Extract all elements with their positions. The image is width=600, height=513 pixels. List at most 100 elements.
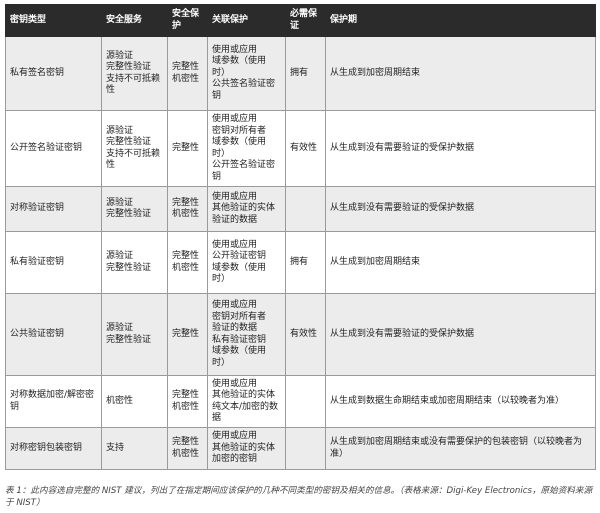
cell-associated-protection-line: 验证的数据 (212, 323, 258, 333)
cell-associated-protection-line: 使用或应用 (212, 431, 258, 442)
cell-key-type: 对称数据加密/解密密钥 (5, 375, 102, 428)
cell-protection-period: 从生成到没有需要验证的受保护数据 (325, 293, 596, 376)
cell-associated-protection-line: 钥 (212, 90, 222, 101)
cell-associated-protection-line: 公共签名验证密 (212, 79, 276, 90)
cell-security-service-line: 源验证 (106, 323, 134, 333)
cell-security-protection: 完整性 机密性 (167, 36, 208, 111)
cell-security-protection-line: 机密性 (172, 209, 200, 219)
cell-security-service-line: 源验证 (106, 125, 134, 136)
table-row: 私有签名密钥 源验证 完整性验证 支持不可抵赖性完整性 机密性 使用或应用 域参数（使用 时）… (5, 36, 596, 111)
cell-associated-protection-line: 公开验证密钥 (212, 251, 267, 261)
cell-associated-protection-line: 域参数（使用 (212, 56, 267, 67)
cell-security-service-line: 完整性验证 (106, 334, 152, 345)
cell-required-assurance (285, 427, 326, 470)
cell-key-type: 公共验证密钥 (5, 293, 102, 376)
table-row: 对称验证密钥 源验证 完整性验证 完整性 机密性 使用或应用 其他验证的实体 验证的数据 从生成… (5, 186, 596, 232)
cell-security-service: 机密性 (101, 375, 168, 428)
cell-security-protection: 完整性 机密性 (167, 375, 208, 428)
cell-key-type: 公开签名验证密钥 (5, 110, 102, 187)
cell-security-protection-line: 机密性 (172, 262, 200, 273)
cell-security-service-line: 源验证 (106, 197, 134, 208)
cell-protection-period: 从生成到加密周期结束 (325, 231, 596, 294)
cell-associated-protection-line: 其他验证的实体 (212, 442, 276, 453)
table-row: 公共验证密钥 源验证 完整性验证 完整性 使用或应用 密钥对所有者 验证的数据 私有验证密钥域… (5, 293, 596, 376)
cell-associated-protection: 使用或应用 密钥对所有者 验证的数据 私有验证密钥 域参数（使用 时） (207, 293, 286, 376)
cell-associated-protection-line: 其他验证的实体 (212, 203, 276, 214)
cell-associated-protection: 使用或应用 公开验证密钥 域参数（使用 时） (207, 231, 286, 294)
cell-security-protection-line: 完整性 (172, 251, 200, 261)
header-key-type: 密钥类型 (5, 4, 102, 37)
cell-required-assurance: 有效性 (285, 110, 326, 187)
cell-security-protection-line: 完整性 (172, 62, 200, 72)
page: 密钥类型 安全服务 安全保护 关联保护 必需保证 保护期 私有签名密钥 源验证 完整性验证 支持… (0, 0, 600, 513)
cell-associated-protection-line: 据 (212, 413, 222, 423)
cell-security-service: 源验证 完整性验证 支持不可抵赖性 (101, 110, 168, 187)
cell-associated-protection-line: 其他验证的实体 (212, 390, 276, 400)
cell-security-service-line: 性 (106, 85, 116, 95)
cell-associated-protection-line: 纯文本/加密的数 (212, 401, 279, 412)
cell-associated-protection-line: 使用或应用 (212, 378, 258, 389)
cell-security-service-line: 性 (106, 160, 116, 170)
cell-associated-protection: 使用或应用 其他验证的实体 验证的数据 (207, 186, 286, 232)
table-caption: 表 1：此内容选自完整的 NIST 建议，列出了在指定期间应该保护的几种不同类型… (5, 486, 593, 508)
header-protection-period: 保护期 (325, 4, 596, 37)
cell-associated-protection: 使用或应用 其他验证的实体 纯文本/加密的数据 (207, 375, 286, 428)
cell-security-service-line: 完整性验证 (106, 137, 152, 147)
cell-protection-period: 从生成到没有需要验证的受保护数据 (325, 186, 596, 232)
cell-required-assurance (285, 186, 326, 232)
table-body: 私有签名密钥 源验证 完整性验证 支持不可抵赖性完整性 机密性 使用或应用 域参数（使用 时）… (5, 36, 596, 470)
cell-security-service-line: 支持不可抵赖 (106, 148, 161, 159)
cell-associated-protection-line: 使用或应用 (212, 191, 258, 202)
cell-security-protection: 完整性 (167, 293, 208, 376)
cell-associated-protection-line: 时） (212, 274, 231, 284)
table-row: 对称数据加密/解密密钥 机密性 完整性 机密性 使用或应用 其他验证的实体 纯文本/加密的数… (5, 375, 596, 428)
table-row: 公开签名验证密钥 源验证 完整性验证 支持不可抵赖性完整性 使用或应用 密钥对所有者 域参数… (5, 110, 596, 187)
cell-associated-protection-line: 加密的密钥 (212, 454, 258, 465)
cell-key-type: 私有签名密钥 (5, 36, 102, 111)
cell-security-protection: 完整性 机密性 (167, 231, 208, 294)
cell-security-protection: 完整性 机密性 (167, 427, 208, 470)
cell-security-protection-line: 完整性 (172, 328, 200, 339)
cell-required-assurance: 有效性 (285, 293, 326, 376)
cell-associated-protection: 使用或应用 密钥对所有者 域参数（使用 时） 公开签名验证密钥 (207, 110, 286, 187)
cell-security-service-line: 完整性验证 (106, 62, 152, 72)
cell-associated-protection-line: 钥 (212, 171, 222, 182)
cell-security-service: 支持 (101, 427, 168, 470)
header-required-assurance: 必需保证 (285, 4, 326, 37)
cell-required-assurance: 拥有 (285, 36, 326, 111)
cell-protection-period: 从生成到数据生命期结束或加密周期结束（以较晚者为准） (325, 375, 596, 428)
cell-associated-protection-line: 使用或应用 (212, 44, 258, 55)
cell-associated-protection-line: 时） (212, 148, 231, 159)
cell-security-service-line: 源验证 (106, 50, 134, 61)
cell-associated-protection-line: 域参数（使用 (212, 262, 267, 273)
table-row: 对称密钥包装密钥 支持 完整性 机密性 使用或应用 其他验证的实体 加密的密钥 从生成到加密周… (5, 427, 596, 470)
header-security-protection: 安全保护 (167, 4, 208, 37)
cell-associated-protection-line: 私有验证密钥 (212, 334, 267, 345)
cell-security-protection-line: 机密性 (172, 401, 200, 412)
cell-associated-protection-line: 时） (212, 67, 231, 78)
cell-security-protection-line: 完整性 (172, 437, 200, 447)
header-associated-protection: 关联保护 (207, 4, 286, 37)
cell-security-service: 源验证 完整性验证 支持不可抵赖性 (101, 36, 168, 111)
cell-security-protection-line: 完整性 (172, 197, 200, 208)
cell-associated-protection-line: 域参数（使用 (212, 137, 267, 147)
header-security-service: 安全服务 (101, 4, 168, 37)
cell-associated-protection-line: 域参数（使用 (212, 346, 267, 356)
table-header: 密钥类型 安全服务 安全保护 关联保护 必需保证 保护期 (5, 4, 596, 37)
cell-security-protection-line: 机密性 (172, 73, 200, 84)
cell-key-type: 私有验证密钥 (5, 231, 102, 294)
cell-security-service-line: 源验证 (106, 251, 134, 261)
key-protection-table: 密钥类型 安全服务 安全保护 关联保护 必需保证 保护期 私有签名密钥 源验证 完整性验证 支持… (5, 4, 596, 470)
cell-security-protection-line: 完整性 (172, 142, 200, 153)
cell-security-service-line: 支持 (106, 442, 125, 453)
cell-security-service: 源验证 完整性验证 (101, 231, 168, 294)
cell-security-protection-line: 机密性 (172, 448, 200, 459)
cell-security-service-line: 支持不可抵赖 (106, 73, 161, 84)
cell-associated-protection-line: 验证的数据 (212, 214, 258, 225)
cell-key-type: 对称验证密钥 (5, 186, 102, 232)
cell-associated-protection: 使用或应用 其他验证的实体 加密的密钥 (207, 427, 286, 470)
cell-protection-period: 从生成到加密周期结束 (325, 36, 596, 111)
header-row: 密钥类型 安全服务 安全保护 关联保护 必需保证 保护期 (5, 4, 596, 37)
cell-associated-protection-line: 密钥对所有者 (212, 311, 267, 322)
table-row: 私有验证密钥 源验证 完整性验证 完整性 机密性 使用或应用 公开验证密钥 域参数（使用 时）拥… (5, 231, 596, 294)
